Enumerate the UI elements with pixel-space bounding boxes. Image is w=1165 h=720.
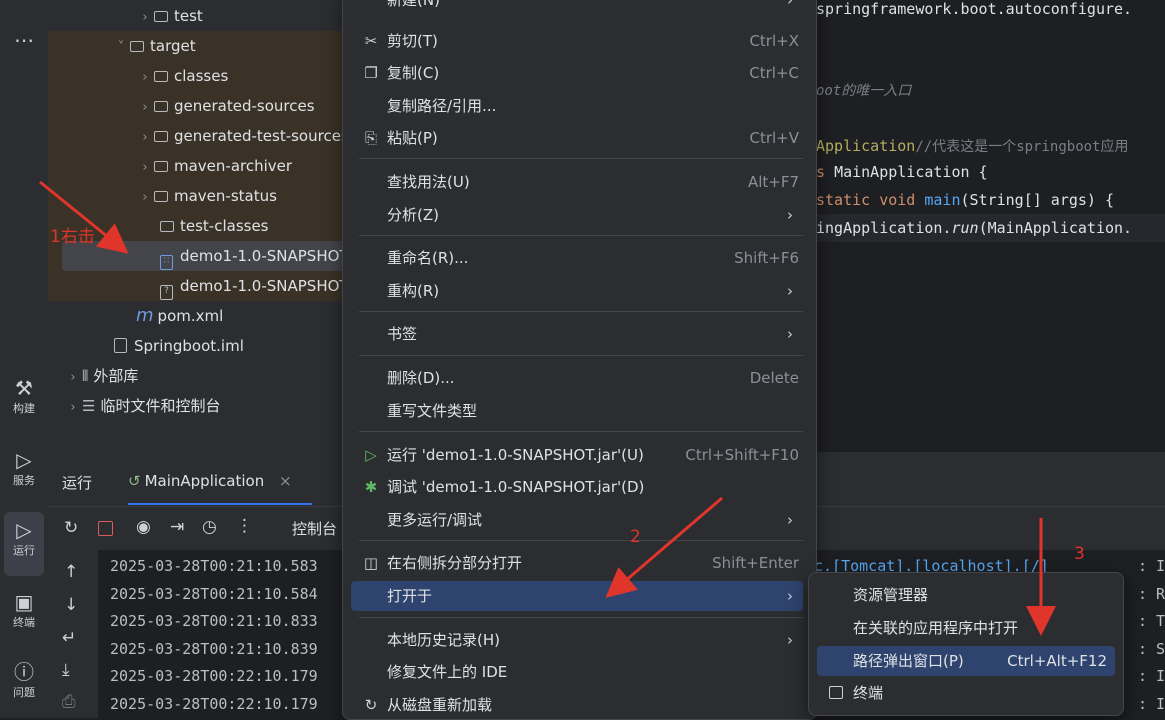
- annotation-arrows: [39, 180, 1056, 636]
- annotation-step-2: 2: [630, 527, 641, 547]
- annotation-arrow-2: [605, 496, 723, 598]
- annotation-step-1: 1右击: [50, 227, 95, 247]
- annotation-step-3: 3: [1074, 544, 1085, 564]
